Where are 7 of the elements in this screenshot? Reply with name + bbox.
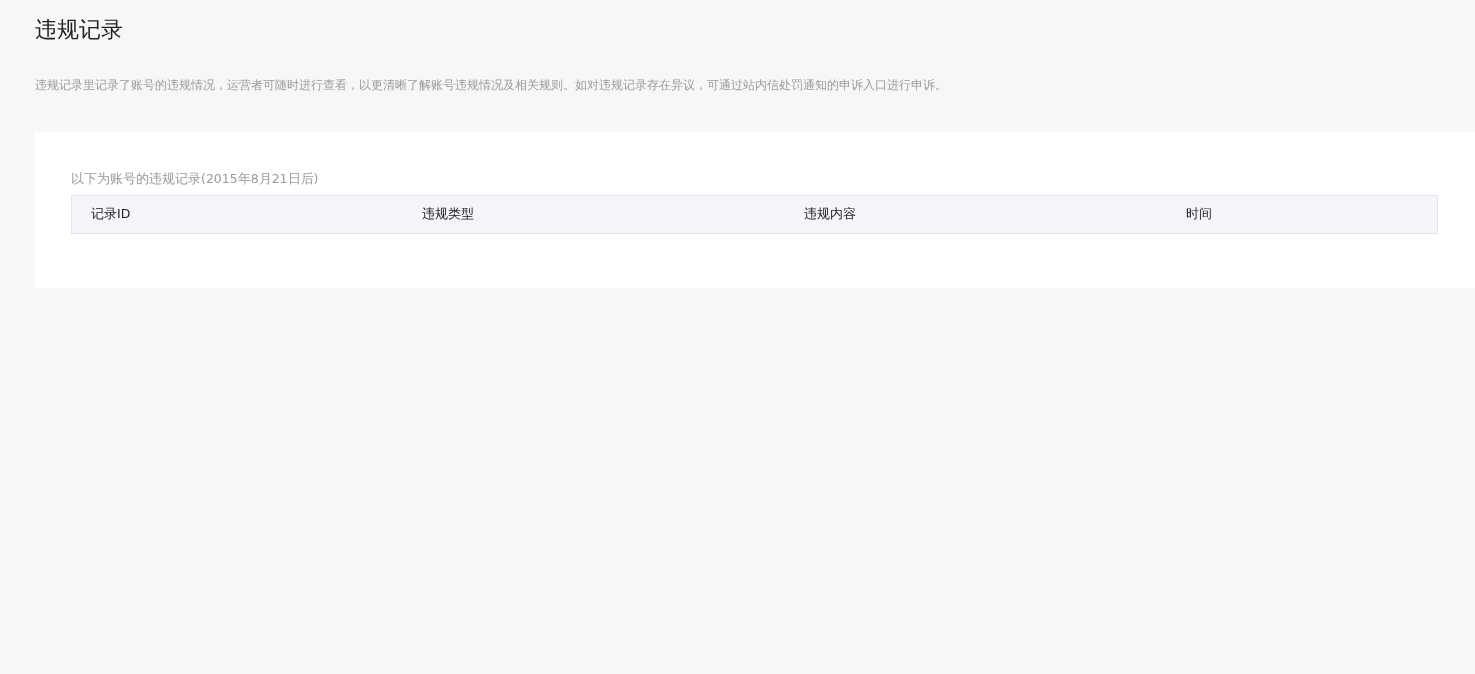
table-caption: 以下为账号的违规记录(2015年8月21日后) <box>71 170 319 188</box>
column-header: 时间 <box>1186 206 1212 223</box>
column-header: 记录ID <box>91 206 131 223</box>
page-title: 违规记录 <box>35 16 123 44</box>
column-header: 违规内容 <box>804 206 856 223</box>
column-header: 违规类型 <box>422 206 474 223</box>
page-description: 违规记录里记录了账号的违规情况，运营者可随时进行查看，以更清晰了解账号违规情况及相关规则。如对违规记录存在异议，可通过站内信处罚通知的申诉入口进行申诉。 <box>35 77 947 94</box>
